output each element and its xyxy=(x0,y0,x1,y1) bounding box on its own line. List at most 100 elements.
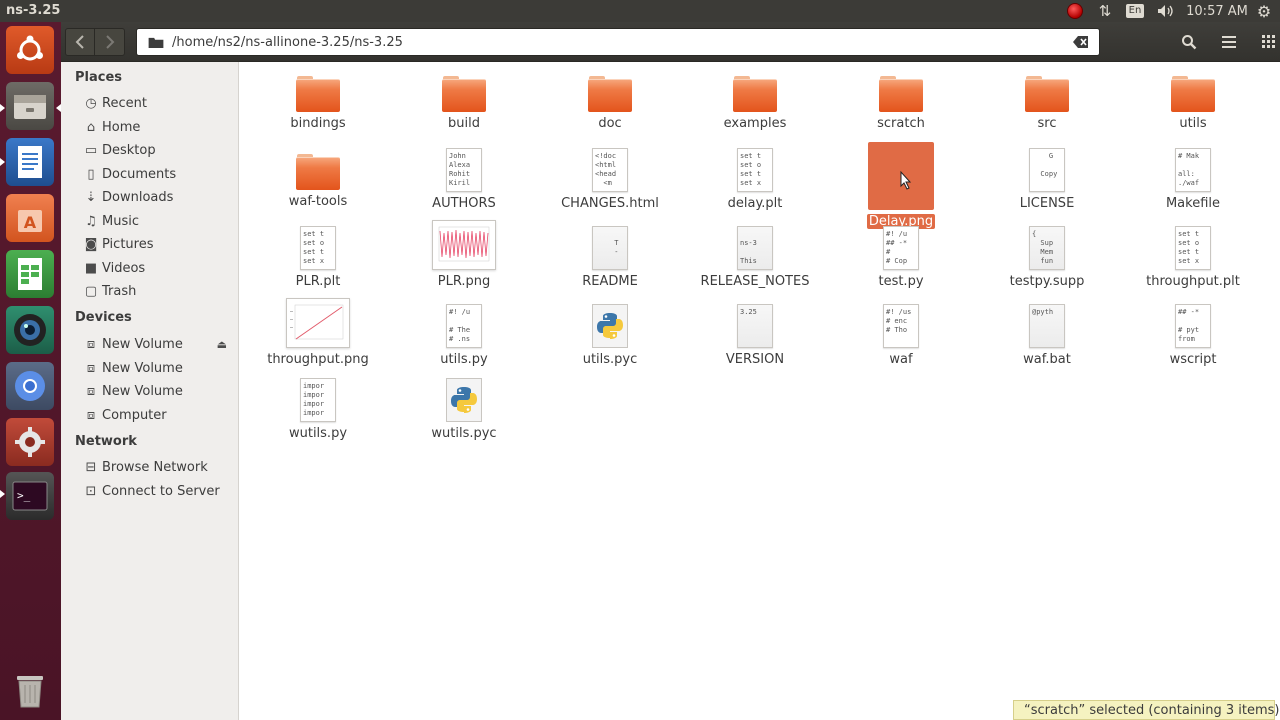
text-file-icon: ns-3 This xyxy=(737,226,773,270)
file-item-wscript[interactable]: ## -* # pyt from wscript xyxy=(1123,304,1263,367)
file-item-waf-bat[interactable]: @pyth waf.bat xyxy=(977,304,1117,367)
file-item-plr-plt[interactable]: set t set o set t set x PLR.plt xyxy=(248,226,388,289)
trash-app-icon[interactable] xyxy=(6,666,54,714)
writer-app-icon[interactable] xyxy=(6,138,54,186)
text-file-icon: # Mak all: ./waf xyxy=(1175,148,1211,192)
list-view-icon xyxy=(1222,36,1236,48)
calc-app-icon[interactable] xyxy=(6,250,54,298)
search-button[interactable] xyxy=(1174,28,1204,56)
sidebar-item-connect-to-server[interactable]: ⊡ Connect to Server xyxy=(83,480,233,502)
clear-location-icon[interactable] xyxy=(1073,35,1089,49)
document-icon: ▯ xyxy=(87,166,95,182)
sidebar-item-documents[interactable]: ▯ Documents xyxy=(83,163,233,185)
file-label: README xyxy=(582,274,638,289)
sidebar-item-pictures[interactable]: ◙ Pictures xyxy=(83,233,233,255)
sidebar-item-new-volume-3[interactable]: ⧈ New Volume xyxy=(83,380,233,402)
file-label: utils.py xyxy=(440,352,488,367)
file-item-testpy-supp[interactable]: { Sup Mem fun testpy.supp xyxy=(977,226,1117,289)
file-label: scratch xyxy=(877,116,925,131)
text-file-icon: set t set o set t set x xyxy=(737,148,773,192)
file-item-plr-png[interactable]: PLR.png xyxy=(394,220,534,289)
file-item-utils[interactable]: utils xyxy=(1123,76,1263,131)
webcam-app-icon[interactable] xyxy=(6,306,54,354)
ubuntu-home-icon[interactable] xyxy=(6,26,54,74)
software-center-icon[interactable]: A xyxy=(6,194,54,242)
drive-icon: ⧈ xyxy=(86,407,96,423)
clock[interactable]: 10:57 AM xyxy=(1186,0,1248,22)
file-item-throughput-plt[interactable]: set t set o set t set x throughput.plt xyxy=(1123,226,1263,289)
text-file-icon: set t set o set t set x xyxy=(1175,226,1211,270)
file-item-examples[interactable]: examples xyxy=(685,76,825,131)
sidebar-item-browse-network[interactable]: ⊟ Browse Network xyxy=(83,456,233,478)
menu-button[interactable] xyxy=(1214,28,1244,56)
sidebar-item-label: Documents xyxy=(102,166,177,182)
sidebar-item-desktop[interactable]: ▭ Desktop xyxy=(83,139,233,161)
text-file-icon: #! /u ## -* # # Cop xyxy=(883,226,919,270)
file-item-version[interactable]: 3.25 VERSION xyxy=(685,304,825,367)
file-item-readme[interactable]: T - README xyxy=(540,226,680,289)
clock-icon: ◷ xyxy=(85,95,97,111)
sidebar-item-music[interactable]: ♫ Music xyxy=(83,210,233,232)
back-button[interactable] xyxy=(65,28,95,56)
music-icon: ♫ xyxy=(85,213,97,229)
sidebar-item-label: Videos xyxy=(102,260,146,276)
file-item-build[interactable]: build xyxy=(394,76,534,131)
text-file-icon: ## -* # pyt from xyxy=(1175,304,1211,348)
terminal-app-icon[interactable]: >_ xyxy=(6,472,54,520)
file-item-throughput-png[interactable]: throughput.png xyxy=(248,298,388,367)
record-indicator-icon[interactable] xyxy=(1064,0,1086,22)
sidebar-item-new-volume-1[interactable]: ⧈ New Volume ⏏ xyxy=(83,333,233,355)
file-label: testpy.supp xyxy=(1009,274,1085,289)
file-item-wutils-pyc[interactable]: wutils.pyc xyxy=(394,378,534,441)
python-file-icon xyxy=(592,304,628,348)
sidebar-item-trash[interactable]: ▢ Trash xyxy=(83,280,233,302)
file-item-test-py[interactable]: #! /u ## -* # # Cop test.py xyxy=(831,226,971,289)
file-item-scratch[interactable]: scratch xyxy=(831,76,971,131)
volume-icon[interactable] xyxy=(1154,0,1178,22)
location-bar[interactable]: /home/ns2/ns-allinone-3.25/ns-3.25 xyxy=(136,28,1100,56)
file-label: Makefile xyxy=(1165,196,1221,211)
file-item-makefile[interactable]: # Mak all: ./waf Makefile xyxy=(1123,148,1263,211)
file-item-waf-tools[interactable]: waf-tools xyxy=(248,154,388,209)
system-gear-icon[interactable]: ⚙ xyxy=(1252,0,1276,22)
text-file-icon: @pyth xyxy=(1029,304,1065,348)
places-heading: Places xyxy=(75,70,123,85)
file-item-utils-pyc[interactable]: utils.pyc xyxy=(540,304,680,367)
keyboard-layout-indicator[interactable]: En xyxy=(1124,0,1146,22)
view-options-button[interactable] xyxy=(1254,28,1280,56)
file-item-waf[interactable]: #! /us # enc # Tho waf xyxy=(831,304,971,367)
eject-icon[interactable]: ⏏ xyxy=(217,338,227,351)
launcher: A >_ xyxy=(0,22,61,720)
file-item-authors[interactable]: John Alexa Rohit Kiril AUTHORS xyxy=(394,148,534,211)
file-item-delay-plt[interactable]: set t set o set t set x delay.plt xyxy=(685,148,825,211)
file-item-src[interactable]: src xyxy=(977,76,1117,131)
sidebar-item-computer[interactable]: ⧈ Computer xyxy=(83,404,233,426)
camera-icon: ◙ xyxy=(84,236,98,252)
file-item-utils-py[interactable]: #! /u # The # .ns utils.py xyxy=(394,304,534,367)
file-item-license[interactable]: G Copy LICENSE xyxy=(977,148,1117,211)
text-file-icon: G Copy xyxy=(1029,148,1065,192)
file-label: waf-tools xyxy=(288,194,348,209)
files-app-icon[interactable] xyxy=(6,82,54,130)
file-item-release-notes[interactable]: ns-3 This RELEASE_NOTES xyxy=(685,226,825,289)
sidebar-item-videos[interactable]: ■ Videos xyxy=(83,257,233,279)
sidebar-item-new-volume-2[interactable]: ⧈ New Volume xyxy=(83,357,233,379)
file-item-wutils-py[interactable]: impor impor impor impor wutils.py xyxy=(248,378,388,441)
image-thumbnail xyxy=(868,142,934,210)
sidebar-item-recent[interactable]: ◷ Recent xyxy=(83,92,233,114)
system-settings-icon[interactable] xyxy=(6,418,54,466)
folder-icon xyxy=(879,76,923,112)
search-icon xyxy=(1182,35,1197,50)
sidebar-item-home[interactable]: ⌂ Home xyxy=(83,116,233,138)
text-file-icon: T - xyxy=(592,226,628,270)
file-item-delay-png[interactable]: Delay.png xyxy=(831,142,971,229)
file-item-doc[interactable]: doc xyxy=(540,76,680,131)
network-arrows-icon[interactable]: ⇅ xyxy=(1094,0,1116,22)
file-item-changes-html[interactable]: <!doc <html <head <m CHANGES.html xyxy=(540,148,680,211)
file-item-bindings[interactable]: bindings xyxy=(248,76,388,131)
image-thumbnail xyxy=(286,298,350,348)
sidebar-item-downloads[interactable]: ⇣ Downloads xyxy=(83,186,233,208)
keyboard-layout-label: En xyxy=(1125,4,1145,18)
forward-button[interactable] xyxy=(95,28,125,56)
chromium-app-icon[interactable] xyxy=(6,362,54,410)
